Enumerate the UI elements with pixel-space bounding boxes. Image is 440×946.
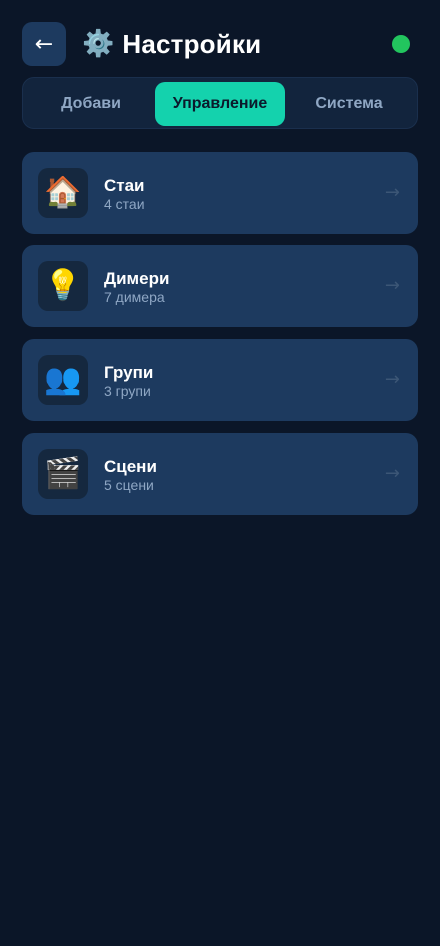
back-button[interactable]: ← [22, 22, 66, 66]
title-wrap: ⚙️ Настройки [82, 22, 261, 66]
tab-bar: Добави Управление Система [22, 77, 418, 129]
house-icon: 🏠 [38, 168, 88, 218]
tab-add[interactable]: Добави [26, 82, 156, 126]
card-title: Групи [104, 363, 154, 382]
card-subtitle: 7 димера [104, 289, 165, 305]
card-title: Сцени [104, 457, 157, 476]
card-rooms[interactable]: 🏠 Стаи 4 стаи → [22, 152, 418, 234]
card-subtitle: 3 групи [104, 383, 151, 399]
card-subtitle: 5 сцени [104, 477, 154, 493]
clapperboard-icon: 🎬 [38, 449, 88, 499]
card-title: Стаи [104, 176, 145, 195]
page-title: Настройки [122, 28, 262, 59]
card-groups[interactable]: 👥 Групи 3 групи → [22, 339, 418, 421]
card-dimmers[interactable]: 💡 Димери 7 димера → [22, 245, 418, 327]
lightbulb-icon: 💡 [38, 261, 88, 311]
header: ← ⚙️ Настройки [22, 22, 418, 66]
arrow-right-icon: → [384, 369, 400, 390]
arrow-right-icon: → [384, 275, 400, 296]
arrow-right-icon: → [384, 182, 400, 203]
people-icon: 👥 [38, 355, 88, 405]
card-scenes[interactable]: 🎬 Сцени 5 сцени → [22, 433, 418, 515]
card-subtitle: 4 стаи [104, 196, 145, 212]
gear-icon: ⚙️ [82, 29, 115, 59]
status-indicator [392, 35, 410, 53]
tab-system[interactable]: Система [284, 82, 414, 126]
tab-management[interactable]: Управление [155, 82, 285, 126]
card-title: Димери [104, 269, 170, 288]
arrow-right-icon: → [384, 463, 400, 484]
back-arrow-icon: ← [34, 31, 54, 57]
